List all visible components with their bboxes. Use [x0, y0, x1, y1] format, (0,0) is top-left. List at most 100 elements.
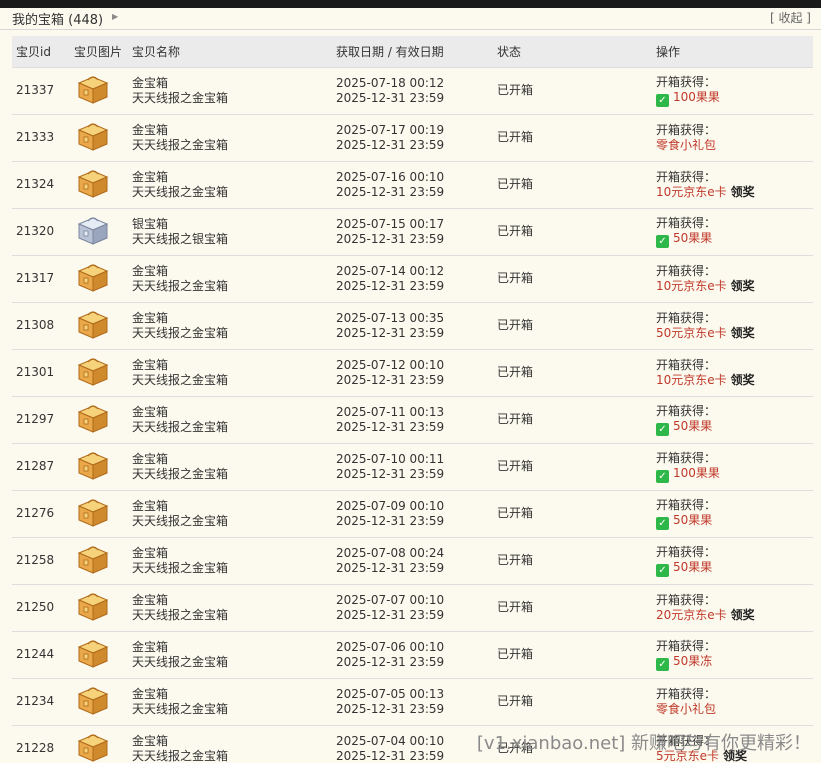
- box-name-cell: 金宝箱 天天线报之金宝箱: [128, 114, 332, 161]
- expiry-date: 2025-12-31 23:59: [336, 466, 445, 481]
- prize-line: 零食小礼包: [656, 702, 813, 717]
- box-id: 21276: [16, 506, 55, 520]
- box-type: 金宝箱: [132, 498, 169, 513]
- caret-right-icon[interactable]: ▶: [112, 12, 118, 21]
- prize-label: 开箱获得：: [656, 544, 717, 559]
- box-description: 天天线报之金宝箱: [132, 560, 229, 575]
- prize-line: ✓ 50果果: [656, 419, 813, 436]
- box-action-cell: 开箱获得： ✓ 50果果: [652, 490, 813, 537]
- box-type: 金宝箱: [132, 686, 169, 701]
- prize-line: 10元京东e卡 领奖: [656, 279, 813, 294]
- prize-text: 零食小礼包: [656, 137, 717, 152]
- prize-label: 开箱获得：: [656, 403, 717, 418]
- table-row: 21244 金宝箱 天天线报之金宝箱 2025-07-06 00:10 2025-12-…: [12, 631, 813, 678]
- box-action-cell: 开箱获得： 10元京东e卡 领奖: [652, 255, 813, 302]
- prize-text: 50果冻: [673, 653, 713, 668]
- obtained-date: 2025-07-06 00:10: [336, 639, 445, 654]
- prize-text: 50果果: [673, 559, 713, 574]
- box-id: 21320: [16, 224, 55, 238]
- top-bar: [0, 0, 821, 8]
- expiry-date: 2025-12-31 23:59: [336, 231, 445, 246]
- box-image-cell: [70, 443, 128, 490]
- prize-line: 零食小礼包: [656, 138, 813, 153]
- box-description: 天天线报之金宝箱: [132, 278, 229, 293]
- box-status: 已开箱: [497, 83, 534, 97]
- expiry-date: 2025-12-31 23:59: [336, 654, 445, 669]
- claim-prize-link[interactable]: 领奖: [731, 608, 755, 622]
- table-row: 21337 金宝箱 天天线报之金宝箱 2025-07-18 00:12 2025-12-…: [12, 67, 813, 114]
- box-action-cell: 开箱获得： 零食小礼包: [652, 114, 813, 161]
- claim-prize-link[interactable]: 领奖: [731, 326, 755, 340]
- claim-prize-link[interactable]: 领奖: [731, 185, 755, 199]
- box-name-cell: 金宝箱 天天线报之金宝箱: [128, 490, 332, 537]
- table-row: 21317 金宝箱 天天线报之金宝箱 2025-07-14 00:12 2025-12-…: [12, 255, 813, 302]
- box-status: 已开箱: [497, 365, 534, 379]
- prize-label: 开箱获得：: [656, 497, 717, 512]
- obtained-date: 2025-07-08 00:24: [336, 545, 445, 560]
- obtained-date: 2025-07-12 00:10: [336, 357, 445, 372]
- box-action-cell: 开箱获得： ✓ 100果果: [652, 67, 813, 114]
- box-type: 金宝箱: [132, 733, 169, 748]
- box-status: 已开箱: [497, 177, 534, 191]
- box-date-cell: 2025-07-08 00:24 2025-12-31 23:59: [332, 537, 493, 584]
- claim-prize-link[interactable]: 领奖: [731, 279, 755, 293]
- prize-text: 100果果: [673, 89, 720, 104]
- box-date-cell: 2025-07-13 00:35 2025-12-31 23:59: [332, 302, 493, 349]
- prize-text: 10元京东e卡: [656, 372, 727, 387]
- prize-line: ✓ 50果冻: [656, 654, 813, 671]
- prize-label: 开箱获得：: [656, 169, 717, 184]
- obtained-date: 2025-07-11 00:13: [336, 404, 445, 419]
- collapse-link[interactable]: [ 收起 ]: [770, 9, 811, 26]
- prize-line: 10元京东e卡 领奖: [656, 373, 813, 388]
- box-action-cell: 开箱获得： ✓ 50果果: [652, 208, 813, 255]
- gold-chest-icon: [76, 167, 128, 203]
- box-id: 21308: [16, 318, 55, 332]
- box-status: 已开箱: [497, 506, 534, 520]
- box-description: 天天线报之金宝箱: [132, 184, 229, 199]
- box-status: 已开箱: [497, 600, 534, 614]
- gold-chest-icon: [76, 684, 128, 720]
- gold-chest-icon: [76, 543, 128, 579]
- table-row: 21308 金宝箱 天天线报之金宝箱 2025-07-13 00:35 2025-12-…: [12, 302, 813, 349]
- box-name-cell: 金宝箱 天天线报之金宝箱: [128, 537, 332, 584]
- box-description: 天天线报之金宝箱: [132, 607, 229, 622]
- table-row: 21297 金宝箱 天天线报之金宝箱 2025-07-11 00:13 2025-12-…: [12, 396, 813, 443]
- table-header-row: 宝贝id 宝贝图片 宝贝名称 获取日期 / 有效日期 状态 操作: [12, 36, 813, 67]
- silver-chest-icon: [76, 214, 128, 250]
- box-name-cell: 金宝箱 天天线报之金宝箱: [128, 584, 332, 631]
- box-image-cell: [70, 255, 128, 302]
- box-status: 已开箱: [497, 224, 534, 238]
- table-row: 21250 金宝箱 天天线报之金宝箱 2025-07-07 00:10 2025-12-…: [12, 584, 813, 631]
- box-description: 天天线报之金宝箱: [132, 654, 229, 669]
- gold-chest-icon: [76, 355, 128, 391]
- table-row: 21333 金宝箱 天天线报之金宝箱 2025-07-17 00:19 2025-12-…: [12, 114, 813, 161]
- box-image-cell: [70, 725, 128, 763]
- claim-prize-link[interactable]: 领奖: [731, 373, 755, 387]
- box-header: 我的宝箱 (448) ▶ [ 收起 ]: [0, 8, 821, 30]
- box-name-cell: 金宝箱 天天线报之金宝箱: [128, 631, 332, 678]
- box-image-cell: [70, 349, 128, 396]
- box-description: 天天线报之金宝箱: [132, 513, 229, 528]
- check-icon: ✓: [656, 422, 669, 436]
- check-icon: ✓: [656, 93, 669, 107]
- table-row: 21258 金宝箱 天天线报之金宝箱 2025-07-08 00:24 2025-12-…: [12, 537, 813, 584]
- box-id: 21228: [16, 741, 55, 756]
- box-status: 已开箱: [497, 459, 534, 473]
- box-type: 金宝箱: [132, 404, 169, 419]
- obtained-date: 2025-07-14 00:12: [336, 263, 445, 278]
- expiry-date: 2025-12-31 23:59: [336, 607, 445, 622]
- box-date-cell: 2025-07-14 00:12 2025-12-31 23:59: [332, 255, 493, 302]
- prize-label: 开箱获得：: [656, 74, 717, 89]
- box-image-cell: [70, 584, 128, 631]
- box-type: 金宝箱: [132, 545, 169, 560]
- box-date-cell: 2025-07-07 00:10 2025-12-31 23:59: [332, 584, 493, 631]
- check-icon: ✓: [656, 516, 669, 530]
- box-type: 金宝箱: [132, 310, 169, 325]
- prize-label: 开箱获得：: [656, 450, 717, 465]
- box-status: 已开箱: [497, 553, 534, 567]
- box-date-cell: 2025-07-10 00:11 2025-12-31 23:59: [332, 443, 493, 490]
- gold-chest-icon: [76, 261, 128, 297]
- prize-label: 开箱获得：: [656, 310, 717, 325]
- box-status: 已开箱: [497, 647, 534, 661]
- box-name-cell: 金宝箱 天天线报之金宝箱: [128, 396, 332, 443]
